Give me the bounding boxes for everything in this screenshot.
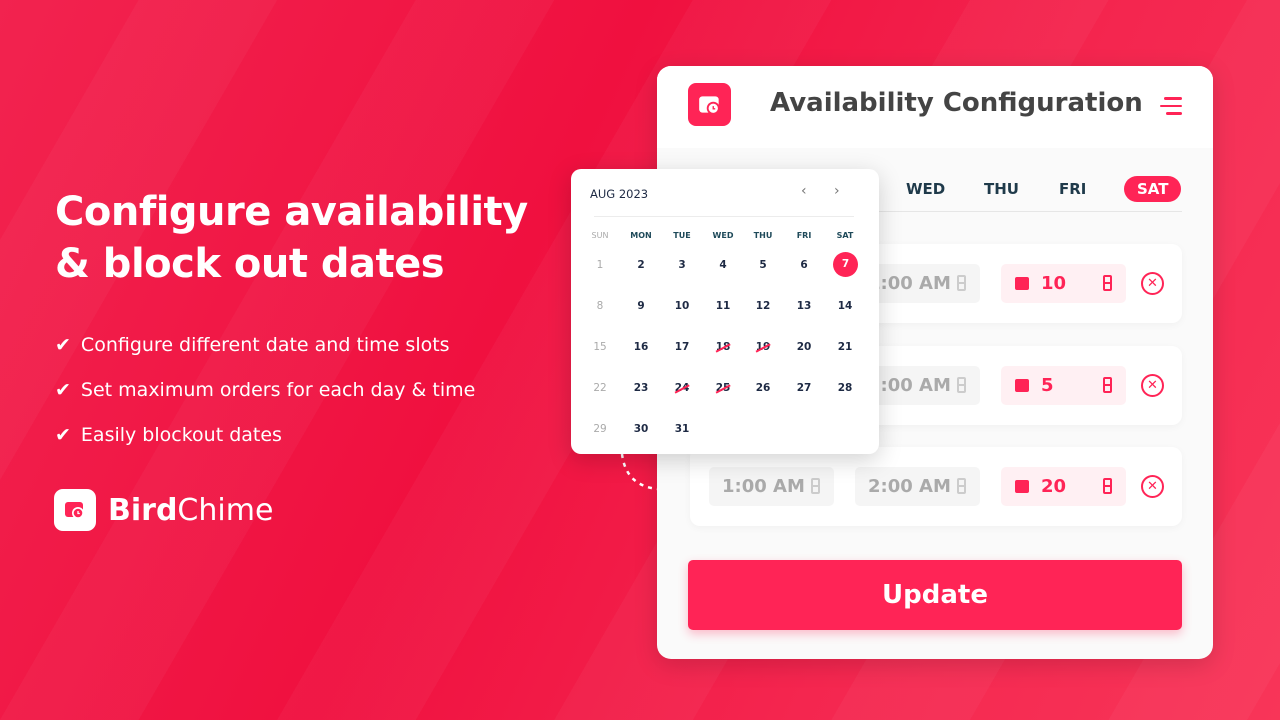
stepper-icon[interactable] [957,275,966,291]
day-cell[interactable]: 1 [585,252,615,278]
box-icon [1015,379,1029,392]
next-month-icon[interactable]: › [834,183,840,199]
check-icon: ✔ [55,378,71,401]
weekday-header: MON [630,231,652,240]
day-cell[interactable]: 5 [748,252,778,278]
end-time-value: 2:00 AM [868,476,951,497]
day-cell-blocked[interactable]: 19 [748,334,778,360]
weekday-header: THU [753,231,773,240]
divider [594,216,854,217]
max-orders-field[interactable]: 5 [1001,366,1126,405]
stepper-icon[interactable] [1103,478,1112,494]
day-cell[interactable]: 3 [667,252,697,278]
day-cell-blocked[interactable]: 25 [708,375,738,401]
day-cell[interactable]: 16 [626,334,656,360]
update-button[interactable]: Update [688,560,1182,630]
day-cell[interactable]: 20 [789,334,819,360]
day-cell[interactable]: 28 [830,375,860,401]
hero-title: Configure availability & block out dates [55,186,528,290]
panel-title: Availability Configuration [770,88,1143,118]
feature-item: ✔ Set maximum orders for each day & time [55,367,475,412]
day-cell[interactable]: 2 [626,252,656,278]
brand-logo: BirdChime [54,489,273,531]
check-icon: ✔ [55,423,71,446]
day-cell[interactable]: 14 [830,293,860,319]
connector-line [620,453,659,491]
check-icon: ✔ [55,333,71,356]
day-cell[interactable]: 30 [626,416,656,442]
max-orders-value: 20 [1041,476,1067,497]
tab-thu[interactable]: THU [971,176,1032,202]
weekday-header: SUN [591,231,609,240]
day-cell[interactable]: 9 [626,293,656,319]
day-cell-selected[interactable]: 7 [833,252,858,277]
panel-header: Availability Configuration [657,66,1213,148]
tab-wed[interactable]: WED [893,176,958,202]
feature-text: Configure different date and time slots [80,333,450,356]
stepper-icon[interactable] [811,478,820,494]
max-orders-field[interactable]: 20 [1001,467,1126,506]
hero-title-line-2: & block out dates [55,241,445,287]
remove-slot-icon[interactable]: ✕ [1141,374,1164,397]
remove-slot-icon[interactable]: ✕ [1141,475,1164,498]
brand-name-bold: Bird [108,492,178,528]
stepper-icon[interactable] [957,478,966,494]
feature-list: ✔ Configure different date and time slots… [55,322,475,457]
end-time-value: 2:00 AM [868,375,951,396]
start-time-value: 1:00 AM [722,476,805,497]
divider [867,211,1182,212]
day-cell[interactable]: 31 [667,416,697,442]
day-cell[interactable]: 29 [585,416,615,442]
feature-item: ✔ Configure different date and time slots [55,322,475,367]
month-label: AUG 2023 [590,187,649,201]
weekday-header: WED [712,231,734,240]
day-cell[interactable]: 10 [667,293,697,319]
day-cell[interactable]: 26 [748,375,778,401]
day-cell[interactable]: 13 [789,293,819,319]
day-cell[interactable]: 21 [830,334,860,360]
remove-slot-icon[interactable]: ✕ [1141,272,1164,295]
day-cell-blocked[interactable]: 18 [708,334,738,360]
day-cell[interactable]: 4 [708,252,738,278]
tab-fri[interactable]: FRI [1046,176,1099,202]
hero-title-line-1: Configure availability [55,189,528,235]
tab-sat[interactable]: SAT [1124,176,1182,202]
stepper-icon[interactable] [1103,275,1112,291]
end-time-field[interactable]: 2:00 AM [855,467,980,506]
box-icon [1015,480,1029,493]
date-picker: AUG 2023 ‹ › SUN MON TUE WED THU FRI SAT 1 2 3 4 5 6… [571,169,879,454]
day-cell[interactable]: 15 [585,334,615,360]
stepper-icon[interactable] [957,377,966,393]
menu-icon[interactable] [1160,97,1182,120]
feature-item: ✔ Easily blockout dates [55,412,475,457]
day-cell[interactable]: 6 [789,252,819,278]
calendar-clock-icon [54,489,96,531]
day-cell[interactable]: 12 [748,293,778,319]
weekday-header: SAT [836,231,854,240]
day-cell[interactable]: 11 [708,293,738,319]
day-cell[interactable]: 8 [585,293,615,319]
brand-name-regular: Chime [177,492,274,528]
weekday-header: FRI [796,231,812,240]
weekday-header: TUE [673,231,691,240]
day-cell[interactable]: 23 [626,375,656,401]
time-slot-row: 1:00 AM 2:00 AM 20 ✕ [690,447,1182,526]
end-time-value: 1:00 AM [868,273,951,294]
max-orders-field[interactable]: 10 [1001,264,1126,303]
day-cell[interactable]: 17 [667,334,697,360]
start-time-field[interactable]: 1:00 AM [709,467,834,506]
max-orders-value: 10 [1041,273,1067,294]
box-icon [1015,277,1029,290]
day-cell[interactable]: 22 [585,375,615,401]
feature-text: Set maximum orders for each day & time [80,378,476,401]
max-orders-value: 5 [1041,375,1054,396]
prev-month-icon[interactable]: ‹ [801,183,807,199]
calendar-clock-icon [688,83,731,126]
feature-text: Easily blockout dates [80,423,282,446]
day-cell-blocked[interactable]: 24 [667,375,697,401]
day-cell[interactable]: 27 [789,375,819,401]
stepper-icon[interactable] [1103,377,1112,393]
